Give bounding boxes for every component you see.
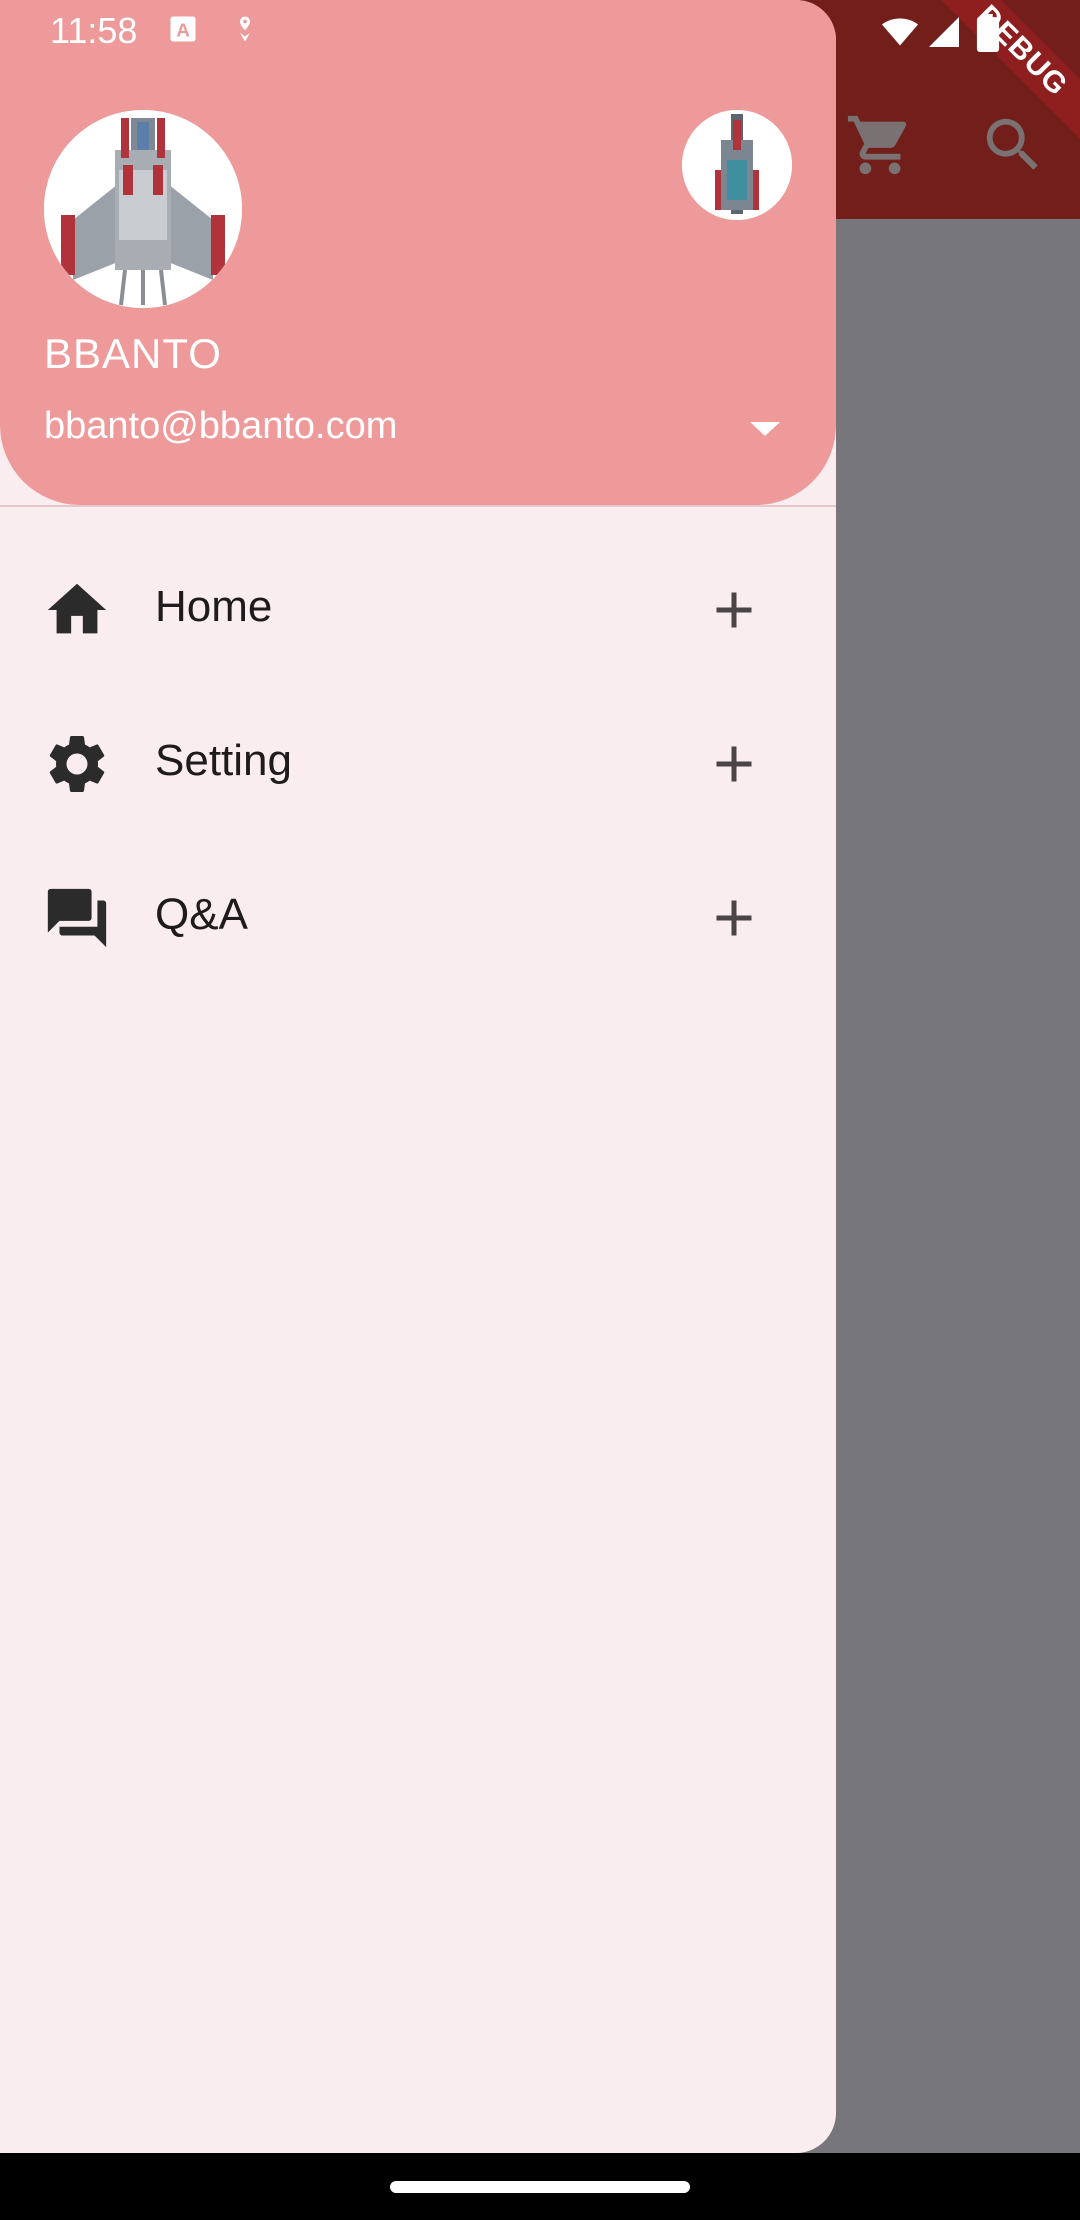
drawer-item-setting[interactable]: Setting — [0, 684, 836, 834]
account-header: BBANTO bbanto@bbanto.com — [0, 0, 836, 505]
secondary-account-avatar[interactable] — [682, 110, 792, 220]
signal-icon — [926, 14, 962, 55]
search-icon[interactable] — [978, 110, 1048, 180]
spaceship-image — [682, 110, 792, 220]
expand-plus-icon[interactable] — [704, 580, 764, 640]
status-time: 11:58 — [50, 10, 138, 51]
expand-plus-icon[interactable] — [704, 734, 764, 794]
expand-plus-icon[interactable] — [704, 888, 764, 948]
spaceship-image — [44, 110, 242, 308]
forum-icon — [42, 883, 112, 953]
system-navigation-bar — [0, 2153, 1080, 2220]
drawer-item-qa[interactable]: Q&A — [0, 838, 836, 988]
drawer-item-label: Setting — [155, 736, 292, 785]
gear-icon — [42, 729, 112, 799]
dropdown-arrow-icon[interactable] — [740, 408, 790, 448]
home-icon — [42, 575, 112, 645]
home-gesture-handle[interactable] — [390, 2181, 690, 2193]
wifi-icon — [880, 14, 920, 55]
account-avatar[interactable] — [44, 110, 242, 308]
svg-text:A: A — [176, 20, 190, 41]
header-divider — [0, 505, 836, 507]
drawer-item-label: Q&A — [155, 890, 248, 939]
shopping-cart-icon[interactable] — [845, 110, 915, 180]
status-bar: 11:58 A — [0, 0, 1080, 66]
account-email: bbanto@bbanto.com — [44, 405, 398, 447]
font-notification-icon: A — [168, 14, 198, 49]
drawer-item-label: Home — [155, 582, 273, 631]
battery-icon — [975, 14, 1001, 57]
drawer-item-home[interactable]: Home — [0, 530, 836, 680]
navigation-drawer: BBANTO bbanto@bbanto.com Home Setting Q&… — [0, 0, 836, 2153]
location-notification-icon — [230, 14, 260, 49]
account-name: BBANTO — [44, 330, 222, 377]
